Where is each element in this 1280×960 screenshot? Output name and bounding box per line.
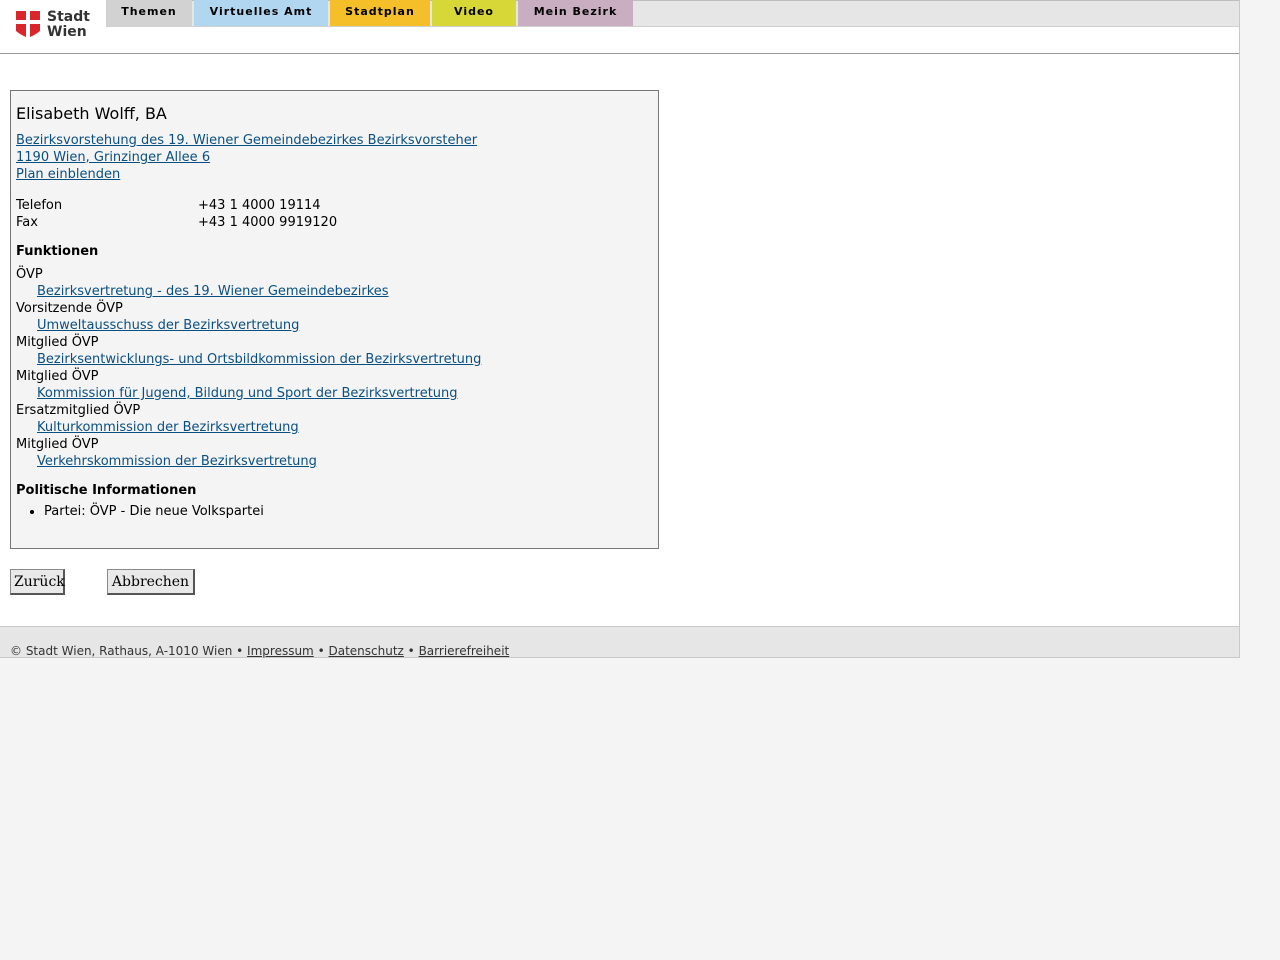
phone-label: Telefon: [16, 198, 63, 213]
site-footer: © Stadt Wien, Rathaus, A-1010 Wien • Imp…: [0, 626, 1239, 658]
function-body-link[interactable]: Bezirksentwicklungs- und Ortsbildkommiss…: [37, 351, 481, 368]
footer-separator: •: [317, 644, 325, 658]
function-role: Mitglied ÖVP: [16, 369, 99, 384]
fax-value: +43 1 4000 9919120: [198, 215, 338, 230]
impressum-link[interactable]: Impressum: [247, 644, 314, 658]
back-button[interactable]: Zurück: [10, 569, 65, 595]
wien-shield-icon: [16, 11, 40, 37]
datenschutz-link[interactable]: Datenschutz: [328, 644, 403, 658]
site-header: Stadt Wien Themen Virtuelles Amt Stadtpl…: [0, 0, 1239, 54]
function-body-link[interactable]: Kulturkommission der Bezirksvertretung: [37, 419, 299, 436]
page-container: Stadt Wien Themen Virtuelles Amt Stadtpl…: [0, 0, 1240, 658]
barrierefreiheit-link[interactable]: Barrierefreiheit: [419, 644, 510, 658]
function-role: Vorsitzende ÖVP: [16, 301, 123, 316]
logo-text: Stadt Wien: [47, 10, 90, 40]
fax-label: Fax: [16, 215, 38, 230]
function-role: Ersatzmitglied ÖVP: [16, 403, 141, 418]
logo-text-wien: Wien: [47, 24, 87, 40]
person-detail-card: Elisabeth Wolff, BA Bezirksvorstehung de…: [10, 90, 659, 549]
office-link[interactable]: Bezirksvorstehung des 19. Wiener Gemeind…: [16, 132, 477, 149]
stadt-wien-logo[interactable]: Stadt Wien: [0, 0, 106, 53]
tab-mein-bezirk[interactable]: Mein Bezirk: [518, 0, 633, 26]
function-body-link[interactable]: Kommission für Jugend, Bildung und Sport…: [37, 385, 458, 402]
phone-value: +43 1 4000 19114: [198, 198, 321, 213]
party-list: Partei: ÖVP - Die neue Volkspartei: [16, 503, 264, 520]
footer-copyright: © Stadt Wien, Rathaus, A-1010 Wien: [10, 644, 233, 658]
tab-virtuelles-amt[interactable]: Virtuelles Amt: [194, 0, 328, 26]
function-role: ÖVP: [16, 267, 43, 282]
tab-stadtplan[interactable]: Stadtplan: [330, 0, 430, 26]
party-item: Partei: ÖVP - Die neue Volkspartei: [44, 503, 264, 520]
person-name: Elisabeth Wolff, BA: [16, 104, 167, 123]
logo-text-stadt: Stadt: [47, 9, 90, 25]
functions-heading: Funktionen: [16, 244, 99, 259]
tab-themen[interactable]: Themen: [106, 0, 192, 26]
address-link[interactable]: 1190 Wien, Grinzinger Allee 6: [16, 149, 210, 166]
footer-separator: •: [407, 644, 415, 658]
function-role: Mitglied ÖVP: [16, 335, 99, 350]
political-info-heading: Politische Informationen: [16, 483, 197, 498]
function-body-link[interactable]: Bezirksvertretung - des 19. Wiener Gemei…: [37, 283, 389, 300]
tab-video[interactable]: Video: [432, 0, 516, 26]
cancel-button[interactable]: Abbrechen: [107, 569, 195, 595]
function-body-link[interactable]: Umweltausschuss der Bezirksvertretung: [37, 317, 299, 334]
function-role: Mitglied ÖVP: [16, 437, 99, 452]
show-map-link[interactable]: Plan einblenden: [16, 166, 120, 183]
footer-separator: •: [236, 644, 244, 658]
footer-text: © Stadt Wien, Rathaus, A-1010 Wien • Imp…: [10, 644, 509, 658]
function-body-link[interactable]: Verkehrskommission der Bezirksvertretung: [37, 453, 317, 470]
